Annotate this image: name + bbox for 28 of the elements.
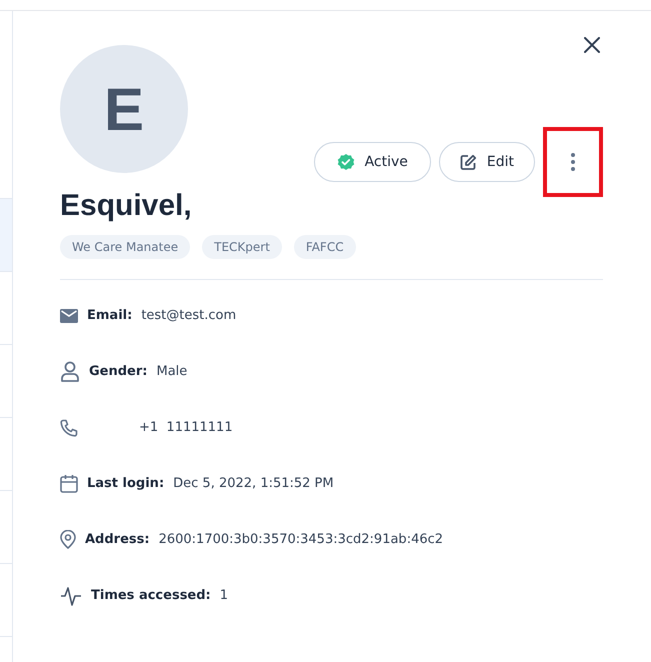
profile-name: Esquivel, — [60, 189, 193, 223]
detail-value: Dec 5, 2022, 1:51:52 PM — [173, 476, 334, 491]
person-icon — [60, 361, 80, 382]
detail-value: +1 11111111 — [139, 420, 233, 435]
detail-value: Male — [156, 364, 188, 379]
pulse-icon — [60, 586, 82, 606]
location-pin-icon — [60, 530, 76, 549]
close-icon[interactable] — [584, 37, 600, 53]
highlight-frame — [543, 127, 603, 197]
detail-label: Address: — [85, 532, 150, 547]
vertical-dots-icon — [570, 152, 576, 172]
tag: We Care Manatee — [60, 235, 190, 259]
tag: TECKpert — [202, 235, 282, 259]
detail-value: 1 — [220, 588, 228, 603]
tag: FAFCC — [294, 235, 356, 259]
detail-label: Gender: — [89, 364, 148, 379]
edit-button[interactable]: Edit — [438, 142, 535, 182]
detail-value: 2600:1700:3b0:3570:3453:3cd2:91ab:46c2 — [158, 532, 444, 547]
detail-value: test@test.com — [141, 308, 236, 323]
envelope-icon — [60, 308, 78, 322]
edit-icon — [460, 154, 477, 170]
phone-icon — [60, 418, 78, 436]
detail-label: Last login: — [87, 476, 164, 491]
status-button[interactable]: Active — [314, 142, 431, 182]
calendar-icon — [60, 474, 78, 493]
detail-label: Email: — [87, 308, 132, 323]
avatar: E — [60, 45, 188, 173]
detail-label: Times accessed: — [91, 588, 211, 603]
